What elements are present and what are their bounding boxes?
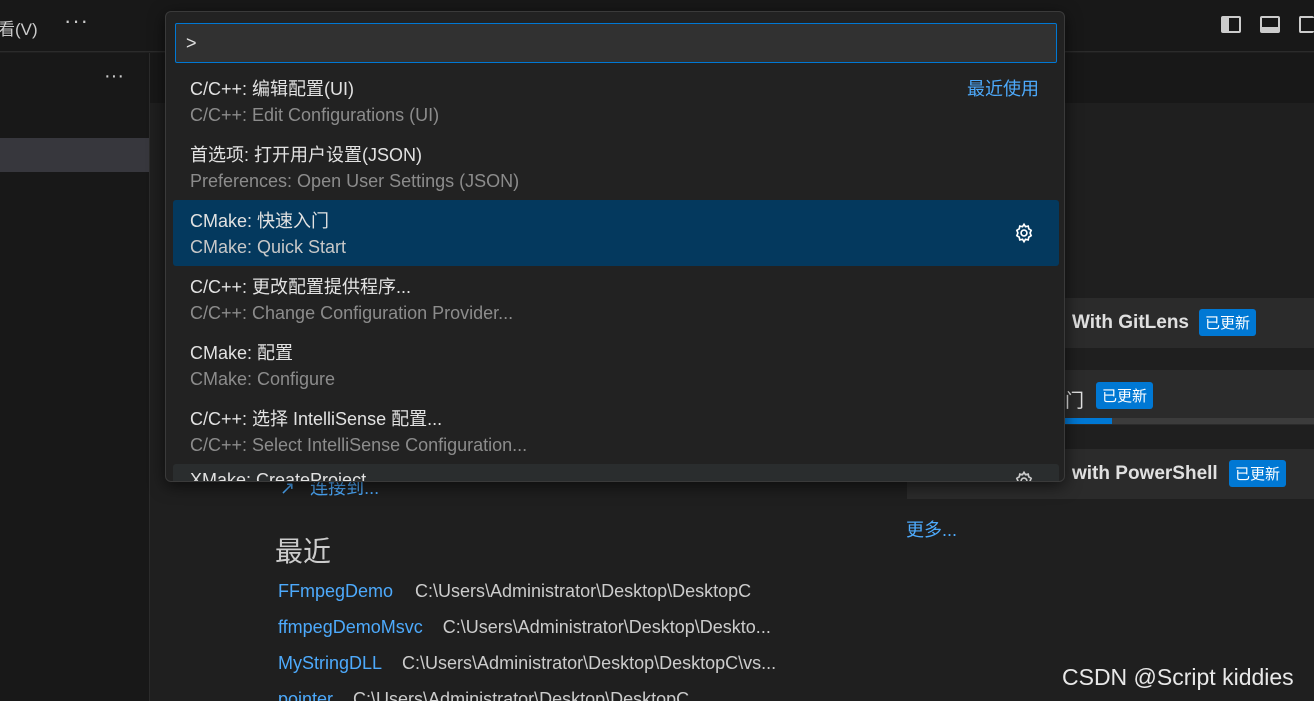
command-palette: C/C++: 编辑配置(UI) C/C++: Edit Configuratio… [165,11,1065,482]
command-label: C/C++: 选择 IntelliSense 配置... [190,409,443,429]
walkthrough-title: with PowerShell [1072,463,1218,484]
explorer-sidebar: ··· [0,53,150,701]
command-item[interactable]: C/C++: 编辑配置(UI) C/C++: Edit Configuratio… [173,68,1059,134]
walkthrough-title: 门 [1065,391,1085,412]
gear-icon[interactable] [1013,470,1035,482]
recent-heading: 最近 [275,536,332,567]
sidebar-selected-item[interactable] [0,138,149,172]
recent-item-name[interactable]: pointer [278,689,333,701]
recent-item[interactable]: FFmpegDemo C:\Users\Administrator\Desktop… [278,581,751,602]
command-item[interactable]: C/C++: 选择 IntelliSense 配置... C/C++: Sele… [173,398,1059,464]
menu-view[interactable]: 看(V) [0,15,38,40]
command-detail: CMake: Quick Start [190,237,347,257]
command-label: C/C++: 编辑配置(UI) [190,79,355,99]
command-detail: Preferences: Open User Settings (JSON) [190,171,520,191]
recent-item-path: C:\Users\Administrator\Desktop\DesktopC [415,581,752,601]
command-item[interactable]: XMake: CreateProject [173,464,1059,482]
updated-badge: 已更新 [1096,382,1154,409]
sidebar-more-button[interactable]: ··· [104,65,124,88]
command-label: CMake: 配置 [190,343,294,363]
walkthrough-progress [1065,418,1314,424]
more-walkthroughs-link[interactable]: 更多... [906,516,957,542]
recent-item-path: C:\Users\Administrator\Desktop\DesktopC\… [402,653,777,673]
recent-item[interactable]: pointer C:\Users\Administrator\Desktop\De… [278,689,689,701]
toggle-secondary-sidebar-icon[interactable] [1299,16,1314,33]
command-label: C/C++: 更改配置提供程序... [190,277,412,297]
recent-item-name[interactable]: ffmpegDemoMsvc [278,617,423,637]
recent-item-path: C:\Users\Administrator\Desktop\DesktopC [353,689,690,701]
gear-icon[interactable] [1013,222,1035,244]
command-item[interactable]: CMake: 配置 CMake: Configure [173,332,1059,398]
toggle-primary-sidebar-icon[interactable] [1221,16,1241,33]
recent-item-name[interactable]: MyStringDLL [278,653,382,673]
command-detail: C/C++: Change Configuration Provider... [190,303,514,323]
command-label: CMake: 快速入门 [190,211,330,231]
command-label: 首选项: 打开用户设置(JSON) [190,145,422,165]
toggle-panel-icon[interactable] [1260,16,1280,33]
command-detail: C/C++: Edit Configurations (UI) [190,105,440,125]
command-item[interactable]: 首选项: 打开用户设置(JSON) Preferences: Open User… [173,134,1059,200]
command-list: C/C++: 编辑配置(UI) C/C++: Edit Configuratio… [173,68,1059,482]
watermark: CSDN @Script kiddies [1062,664,1294,690]
recent-item[interactable]: MyStringDLL C:\Users\Administrator\Deskto… [278,653,776,674]
recent-item-path: C:\Users\Administrator\Desktop\Deskto... [442,617,771,637]
walkthrough-title: With GitLens [1072,312,1189,333]
command-item[interactable]: C/C++: 更改配置提供程序... C/C++: Change Configu… [173,266,1059,332]
updated-badge: 已更新 [1229,460,1287,487]
recently-used-tag: 最近使用 [967,79,1039,99]
recent-item-name[interactable]: FFmpegDemo [278,581,393,601]
command-label: XMake: CreateProject [190,470,367,482]
command-palette-input[interactable] [175,23,1057,63]
updated-badge: 已更新 [1199,309,1257,336]
recent-item[interactable]: ffmpegDemoMsvc C:\Users\Administrator\Des… [278,617,771,638]
command-detail: CMake: Configure [190,369,336,389]
walkthrough-progress-fill [1065,418,1113,424]
menu-more-button[interactable]: ··· [64,8,89,34]
command-item-selected[interactable]: CMake: 快速入门 CMake: Quick Start [173,200,1059,266]
command-detail: C/C++: Select IntelliSense Configuration… [190,435,528,455]
